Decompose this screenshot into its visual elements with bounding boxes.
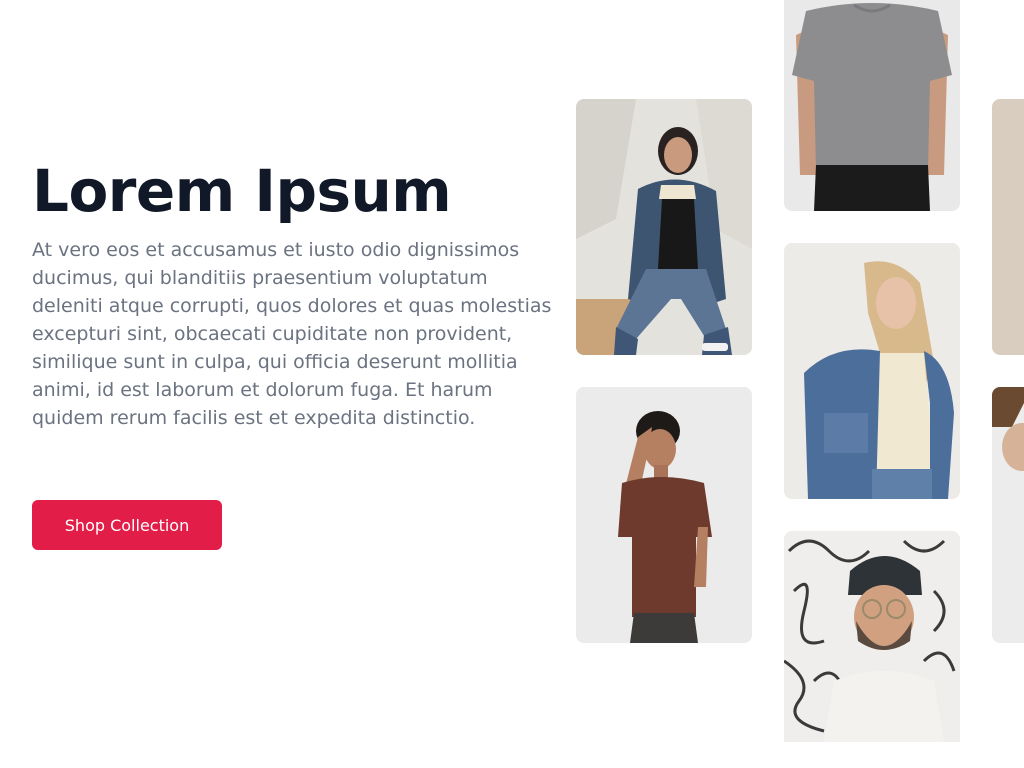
product-image-partial-man[interactable] [992, 387, 1024, 643]
product-image-partial-beige[interactable] [992, 99, 1024, 355]
product-image-blonde-woman-denim[interactable] [784, 243, 960, 499]
photo-man-brown-tee [576, 387, 752, 643]
hero-title: Lorem Ipsum [32, 157, 452, 225]
hero-section: Lorem Ipsum At vero eos et accusamus et … [32, 150, 552, 432]
photo-blonde-woman-denim [784, 243, 960, 499]
hero-description: At vero eos et accusamus et iusto odio d… [32, 239, 552, 429]
product-image-woman-denim-jacket[interactable] [576, 99, 752, 355]
photo-partial-man [992, 387, 1024, 643]
product-image-grey-tee[interactable] [784, 0, 960, 211]
photo-partial-beige [992, 99, 1024, 355]
page: Lorem Ipsum At vero eos et accusamus et … [0, 0, 1024, 768]
photo-grey-tee [784, 0, 960, 211]
product-image-man-beanie[interactable] [784, 531, 960, 742]
shop-collection-button[interactable]: Shop Collection [32, 500, 222, 550]
photo-woman-denim-jacket [576, 99, 752, 355]
product-image-man-brown-tee[interactable] [576, 387, 752, 643]
photo-man-beanie [784, 531, 960, 742]
